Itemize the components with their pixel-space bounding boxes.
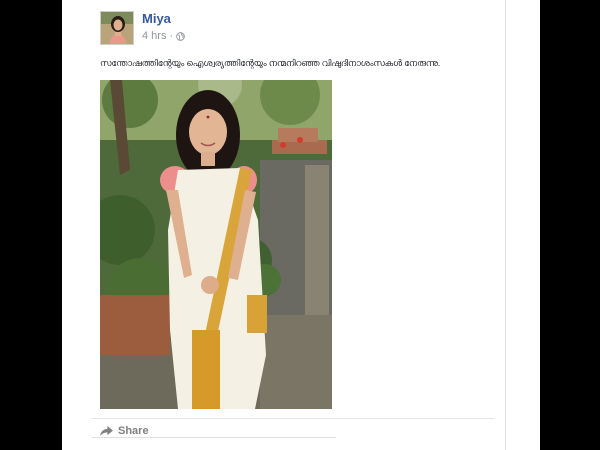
right-margin [506,0,540,450]
post-card: Miya 4 hrs · സന്തോഷത്തിന്റേയും ഐശ്വര്യത്… [62,0,506,450]
left-letterbox [0,0,62,450]
meta-separator: · [169,30,174,42]
author-name[interactable]: Miya [142,11,171,26]
share-label: Share [118,425,149,437]
post-meta: 4 hrs · [142,30,185,42]
right-letterbox [540,0,600,450]
avatar[interactable] [100,11,134,45]
globe-icon[interactable] [176,31,185,41]
post-photo[interactable] [100,80,332,409]
avatar-photo [101,12,133,44]
photo-image [100,80,332,409]
comment-box-edge [92,437,336,438]
share-button[interactable]: Share [100,425,149,437]
timestamp[interactable]: 4 hrs [142,30,166,42]
share-arrow-icon [100,425,113,436]
actions-divider [92,418,494,419]
post-text: സന്തോഷത്തിന്റേയും ഐശ്വര്യത്തിന്റേയും നന്… [100,58,441,68]
